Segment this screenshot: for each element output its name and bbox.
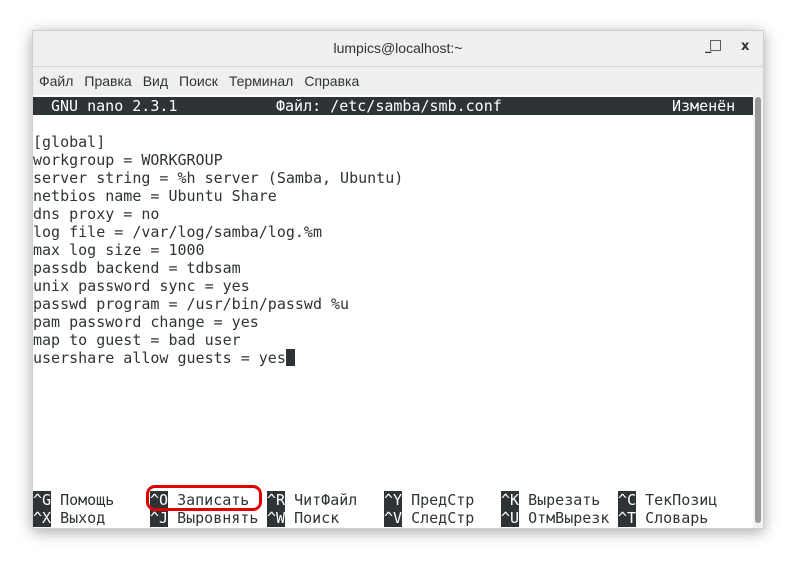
content-line: log file = /var/log/samba/log.%m — [33, 223, 322, 241]
nano-status: Изменён — [672, 97, 736, 115]
shortcut-key: ^K — [501, 491, 520, 509]
shortcut-item[interactable]: ^G Помощь — [33, 491, 114, 509]
content-line: pam password change = yes — [33, 313, 259, 331]
shortcut-item[interactable]: ^V СледСтр — [384, 509, 474, 527]
scrollbar[interactable] — [753, 95, 763, 528]
shortcut-item[interactable]: ^K Вырезать — [501, 491, 600, 509]
title-bar[interactable]: lumpics@localhost:~ _ □ x — [33, 31, 763, 67]
menu-terminal[interactable]: Терминал — [223, 67, 298, 89]
shortcut-label: Выход — [60, 509, 106, 527]
scrollbar-thumb[interactable] — [755, 97, 761, 523]
close-button[interactable]: x — [741, 39, 749, 54]
content-line: passwd program = /usr/bin/passwd %u — [33, 295, 350, 313]
content-line: max log size = 1000 — [33, 241, 205, 259]
nano-filename: Файл: /etc/samba/smb.conf — [276, 97, 502, 115]
menu-bar: Файл Правка Вид Поиск Терминал Справка — [33, 67, 763, 95]
shortcut-key: ^T — [618, 509, 637, 527]
shortcut-key: ^X — [33, 509, 52, 527]
menu-view[interactable]: Вид — [137, 67, 173, 89]
shortcut-key: ^R — [267, 491, 286, 509]
shortcut-label: ТекПозиц — [645, 491, 718, 509]
shortcut-key: ^Y — [384, 491, 403, 509]
shortcut-item[interactable]: ^T Словарь — [618, 509, 708, 527]
content-line: map to guest = bad user — [33, 331, 241, 349]
menu-search[interactable]: Поиск — [173, 67, 223, 89]
shortcut-label: Словарь — [645, 509, 709, 527]
terminal-area[interactable]: GNU nano 2.3.1 Файл: /etc/samba/smb.conf… — [33, 95, 753, 528]
shortcut-item[interactable]: ^R ЧитФайл — [267, 491, 357, 509]
shortcut-key: ^G — [33, 491, 52, 509]
content-line: workgroup = WORKGROUP — [33, 151, 223, 169]
shortcut-item[interactable]: ^X Выход — [33, 509, 105, 527]
content-line: unix password sync = yes — [33, 277, 250, 295]
shortcut-item[interactable]: ^U ОтмВырезк — [501, 509, 609, 527]
terminal-window: lumpics@localhost:~ _ □ x Файл Правка Вид П… — [32, 30, 764, 529]
menu-edit[interactable]: Правка — [78, 67, 136, 89]
shortcut-key: ^J — [150, 509, 169, 527]
shortcut-item[interactable]: ^W Поиск — [267, 509, 339, 527]
shortcut-label: ОтмВырезк — [528, 509, 610, 527]
shortcut-item[interactable]: ^C ТекПозиц — [618, 491, 717, 509]
shortcut-label: Выровнять — [177, 509, 259, 527]
shortcut-label: СледСтр — [411, 509, 475, 527]
nano-header: GNU nano 2.3.1 Файл: /etc/samba/smb.conf… — [33, 97, 753, 115]
shortcut-label: ПредСтр — [411, 491, 475, 509]
window-title: lumpics@localhost:~ — [333, 40, 463, 56]
content-line: netbios name = Ubuntu Share — [33, 187, 277, 205]
shortcut-key: ^U — [501, 509, 520, 527]
shortcut-label: Вырезать — [528, 491, 601, 509]
content-line: dns proxy = no — [33, 205, 160, 223]
shortcut-key: ^V — [384, 509, 403, 527]
shortcut-item[interactable]: ^J Выровнять — [150, 509, 258, 527]
content-line: [global] — [33, 133, 106, 151]
shortcut-item[interactable]: ^Y ПредСтр — [384, 491, 474, 509]
shortcut-key: ^W — [267, 509, 286, 527]
shortcut-label: Поиск — [294, 509, 340, 527]
shortcut-label: Помощь — [60, 491, 115, 509]
content-line: passdb backend = tdbsam — [33, 259, 241, 277]
shortcut-label: ЧитФайл — [294, 491, 358, 509]
maximize-button[interactable]: □ — [709, 37, 722, 53]
text-cursor — [285, 349, 295, 366]
content-line: server string = %h server (Samba, Ubuntu… — [33, 169, 404, 187]
menu-file[interactable]: Файл — [33, 67, 78, 89]
highlight-box — [146, 485, 262, 511]
shortcut-key: ^C — [618, 491, 637, 509]
menu-help[interactable]: Справка — [298, 67, 364, 89]
content-line: usershare allow guests = yes — [33, 349, 403, 367]
file-content[interactable]: [global] workgroup = WORKGROUP server stri… — [33, 133, 403, 367]
nano-version: GNU nano 2.3.1 — [51, 97, 178, 115]
